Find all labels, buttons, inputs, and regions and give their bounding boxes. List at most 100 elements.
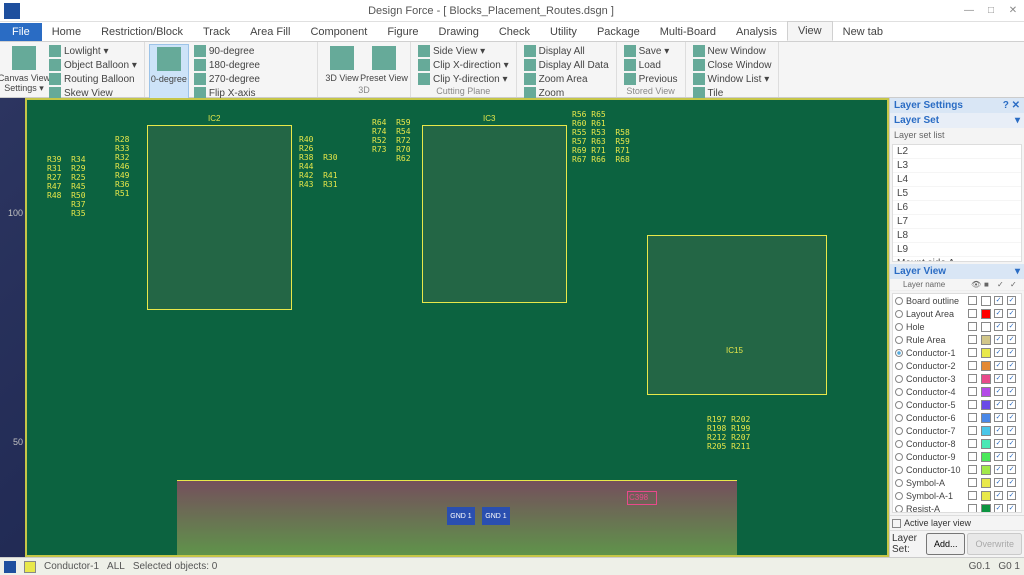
layer-color-swatch[interactable] <box>981 361 991 371</box>
ribbon-display-all-data[interactable]: Display All Data <box>521 58 612 72</box>
ribbon-clip-y-direction-[interactable]: Clip Y-direction ▾ <box>415 72 512 86</box>
add-button[interactable]: Add... <box>926 533 966 555</box>
menu-tab-home[interactable]: Home <box>42 23 91 41</box>
ribbon-canvas-view[interactable]: Canvas ViewSettings ▾ <box>4 44 44 100</box>
layer-check-a[interactable]: ✓ <box>994 504 1003 513</box>
menu-tab-track[interactable]: Track <box>193 23 240 41</box>
status-layer[interactable]: Conductor-1 <box>44 561 99 572</box>
ribbon-close-window[interactable]: Close Window <box>690 58 775 72</box>
ribbon-preset-view[interactable]: Preset View <box>364 44 404 85</box>
layer-set-item[interactable]: L6 <box>893 201 1021 215</box>
layer-color-swatch[interactable] <box>981 478 991 488</box>
component-ic3[interactable]: IC3 <box>422 125 567 303</box>
ribbon-side-view-[interactable]: Side View ▾ <box>415 44 512 58</box>
layer-check-a[interactable]: ✓ <box>994 348 1003 357</box>
layer-row-conductor-9[interactable]: Conductor-9✓✓ <box>893 450 1021 463</box>
layer-visible-checkbox[interactable] <box>968 361 977 370</box>
layer-row-conductor-1[interactable]: Conductor-1✓✓ <box>893 346 1021 359</box>
layer-color-swatch[interactable] <box>981 439 991 449</box>
layer-check-b[interactable]: ✓ <box>1007 478 1016 487</box>
layer-row-conductor-2[interactable]: Conductor-2✓✓ <box>893 359 1021 372</box>
layer-radio[interactable] <box>895 492 903 500</box>
layer-check-b[interactable]: ✓ <box>1007 426 1016 435</box>
layer-radio[interactable] <box>895 453 903 461</box>
component-ic15[interactable]: IC15 <box>647 235 827 395</box>
layer-check-b[interactable]: ✓ <box>1007 322 1016 331</box>
layer-color-swatch[interactable] <box>981 296 991 306</box>
layer-row-conductor-10[interactable]: Conductor-10✓✓ <box>893 463 1021 476</box>
layer-check-b[interactable]: ✓ <box>1007 309 1016 318</box>
layer-row-conductor-5[interactable]: Conductor-5✓✓ <box>893 398 1021 411</box>
layer-set-item[interactable]: L4 <box>893 173 1021 187</box>
ribbon-clip-x-direction-[interactable]: Clip X-direction ▾ <box>415 58 512 72</box>
ribbon-routing-balloon[interactable]: Routing Balloon <box>46 72 140 86</box>
layer-check-b[interactable]: ✓ <box>1007 335 1016 344</box>
status-zoom[interactable]: G0 1 <box>998 561 1020 572</box>
layer-row-resist-a[interactable]: Resist-A✓✓ <box>893 502 1021 513</box>
layer-radio[interactable] <box>895 401 903 409</box>
layer-visible-checkbox[interactable] <box>968 504 977 513</box>
layer-radio[interactable] <box>895 375 903 383</box>
layer-radio[interactable] <box>895 310 903 318</box>
layer-check-a[interactable]: ✓ <box>994 335 1003 344</box>
menu-tab-view[interactable]: View <box>787 21 833 41</box>
layer-check-a[interactable]: ✓ <box>994 426 1003 435</box>
layer-radio[interactable] <box>895 414 903 422</box>
layer-radio[interactable] <box>895 349 903 357</box>
ribbon-save-[interactable]: Save ▾ <box>621 44 681 58</box>
layer-check-a[interactable]: ✓ <box>994 452 1003 461</box>
ribbon-270-degree[interactable]: 270-degree <box>191 72 313 86</box>
menu-tab-check[interactable]: Check <box>489 23 540 41</box>
ribbon-load[interactable]: Load <box>621 58 681 72</box>
layer-check-b[interactable]: ✓ <box>1007 374 1016 383</box>
layer-visible-checkbox[interactable] <box>968 374 977 383</box>
ribbon-zoom-area[interactable]: Zoom Area <box>521 72 612 86</box>
active-layer-view-toggle[interactable]: Active layer view <box>890 515 1024 530</box>
ribbon-new-window[interactable]: New Window <box>690 44 775 58</box>
layer-view-header[interactable]: Layer View▾ <box>890 264 1024 279</box>
component-c398[interactable]: C398 <box>627 491 657 505</box>
menu-tab-new-tab[interactable]: New tab <box>833 23 893 41</box>
layer-check-b[interactable]: ✓ <box>1007 400 1016 409</box>
layer-check-a[interactable]: ✓ <box>994 491 1003 500</box>
ribbon-object-balloon-[interactable]: Object Balloon ▾ <box>46 58 140 72</box>
menu-tab-multi-board[interactable]: Multi-Board <box>650 23 726 41</box>
menu-tab-area-fill[interactable]: Area Fill <box>240 23 300 41</box>
layer-check-a[interactable]: ✓ <box>994 478 1003 487</box>
menu-tab-package[interactable]: Package <box>587 23 650 41</box>
layer-check-b[interactable]: ✓ <box>1007 452 1016 461</box>
layer-color-swatch[interactable] <box>981 348 991 358</box>
layer-check-b[interactable]: ✓ <box>1007 465 1016 474</box>
ribbon-window-list-[interactable]: Window List ▾ <box>690 72 775 86</box>
layer-color-swatch[interactable] <box>981 465 991 475</box>
layer-check-b[interactable]: ✓ <box>1007 348 1016 357</box>
layer-radio[interactable] <box>895 466 903 474</box>
layer-visible-checkbox[interactable] <box>968 335 977 344</box>
layer-set-header[interactable]: Layer Set▾ <box>890 113 1024 128</box>
layer-visible-checkbox[interactable] <box>968 309 977 318</box>
pcb-canvas[interactable]: 10050 R39 R34 R31 R29 R27 R25 R47 R45 R4… <box>0 98 889 557</box>
layer-check-b[interactable]: ✓ <box>1007 439 1016 448</box>
layer-set-item[interactable]: L5 <box>893 187 1021 201</box>
layer-visible-checkbox[interactable] <box>968 348 977 357</box>
layer-row-symbol-a-1[interactable]: Symbol-A-1✓✓ <box>893 489 1021 502</box>
layer-visible-checkbox[interactable] <box>968 478 977 487</box>
layer-check-a[interactable]: ✓ <box>994 387 1003 396</box>
layer-color-swatch[interactable] <box>981 309 991 319</box>
status-scope[interactable]: ALL <box>107 561 125 572</box>
ribbon-90-degree[interactable]: 90-degree <box>191 44 313 58</box>
layer-set-item[interactable]: L3 <box>893 159 1021 173</box>
layer-check-b[interactable]: ✓ <box>1007 296 1016 305</box>
layer-view-list[interactable]: Board outline✓✓Layout Area✓✓Hole✓✓Rule A… <box>892 293 1022 513</box>
minimize-icon[interactable]: — <box>958 1 980 21</box>
ribbon-180-degree[interactable]: 180-degree <box>191 58 313 72</box>
close-icon[interactable]: ✕ <box>1002 1 1024 21</box>
layer-row-board-outline[interactable]: Board outline✓✓ <box>893 294 1021 307</box>
layer-check-a[interactable]: ✓ <box>994 374 1003 383</box>
menu-tab-analysis[interactable]: Analysis <box>726 23 787 41</box>
layer-radio[interactable] <box>895 362 903 370</box>
layer-radio[interactable] <box>895 388 903 396</box>
file-menu[interactable]: File <box>0 23 42 41</box>
layer-radio[interactable] <box>895 336 903 344</box>
layer-set-item[interactable]: Mount side A <box>893 257 1021 262</box>
